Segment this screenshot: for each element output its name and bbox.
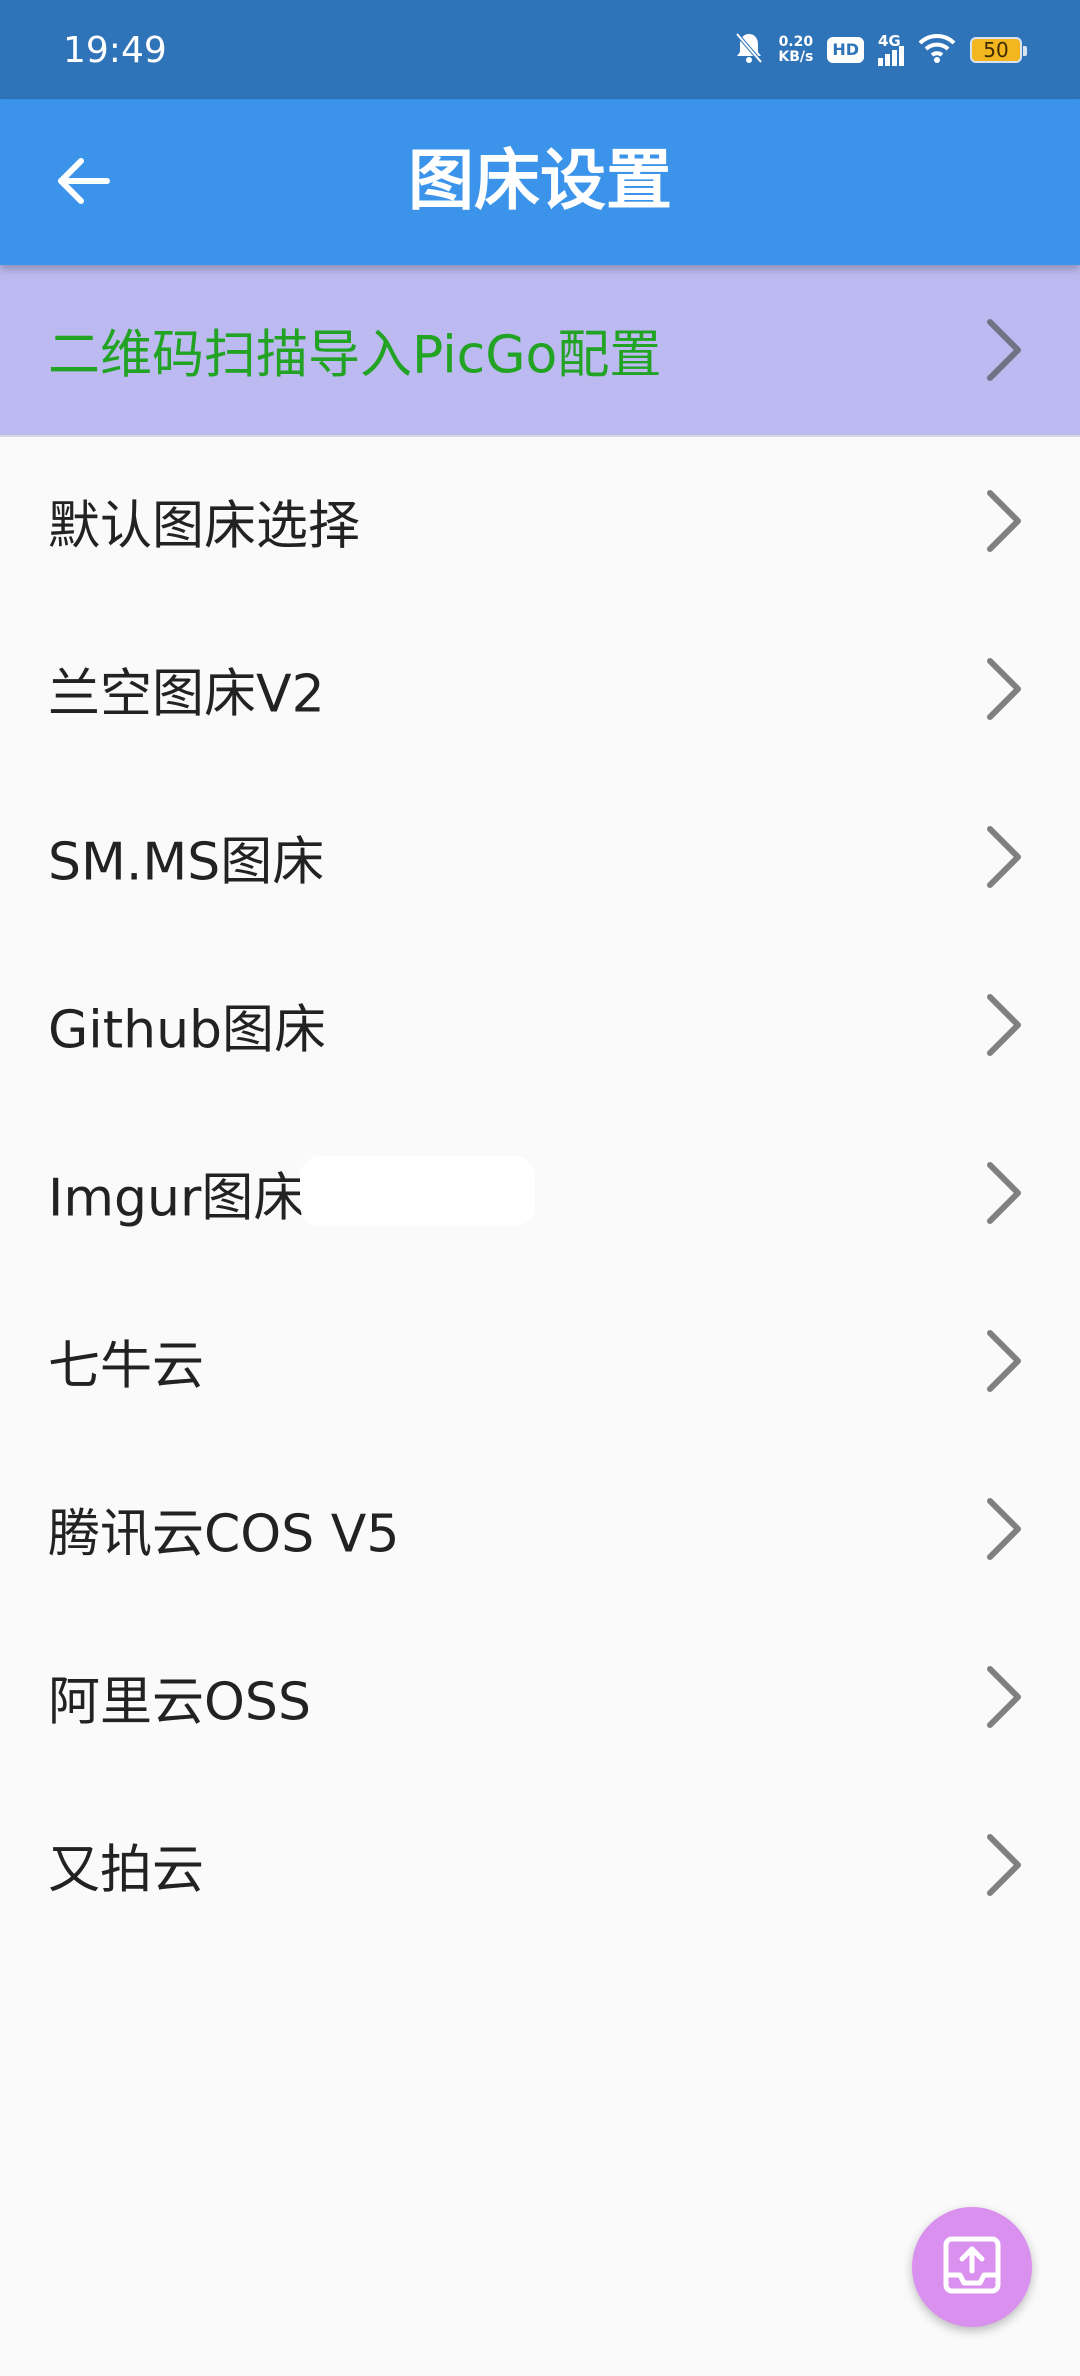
- list-item-qr-import[interactable]: 二维码扫描导入PicGo配置: [0, 265, 1080, 437]
- net-speed-unit: KB/s: [778, 49, 814, 65]
- settings-list: 二维码扫描导入PicGo配置 默认图床选择 兰空图床V2 SM.MS图床 Git…: [0, 265, 1080, 1949]
- list-item-smms[interactable]: SM.MS图床: [0, 773, 1080, 941]
- list-item-label: Github图床: [48, 1000, 327, 1061]
- battery-icon: 50: [970, 37, 1027, 63]
- list-item-label: 二维码扫描导入PicGo配置: [48, 325, 662, 386]
- list-item-lsky-v2[interactable]: 兰空图床V2: [0, 605, 1080, 773]
- chevron-right-icon: [987, 658, 1021, 720]
- wifi-icon: [918, 33, 956, 67]
- chevron-right-icon: [987, 319, 1021, 381]
- redacted-area: [300, 1156, 535, 1226]
- list-item-label: 腾讯云COS V5: [48, 1504, 400, 1565]
- list-item-default-host[interactable]: 默认图床选择: [0, 437, 1080, 605]
- list-item-tencent-cos[interactable]: 腾讯云COS V5: [0, 1445, 1080, 1613]
- chevron-right-icon: [987, 490, 1021, 552]
- chevron-right-icon: [987, 994, 1021, 1056]
- upload-tray-icon: [940, 2233, 1004, 2301]
- list-item-label: 七牛云: [48, 1336, 205, 1397]
- list-item-qiniu[interactable]: 七牛云: [0, 1277, 1080, 1445]
- net-speed-value: 0.20: [778, 34, 814, 50]
- chevron-right-icon: [987, 1162, 1021, 1224]
- list-item-label: 默认图床选择: [48, 496, 361, 557]
- chevron-right-icon: [987, 1330, 1021, 1392]
- list-item-label: 兰空图床V2: [48, 664, 325, 725]
- signal-icon: 4G: [878, 32, 904, 66]
- status-time: 19:49: [63, 30, 167, 71]
- list-item-label: 又拍云: [48, 1840, 205, 1901]
- mute-bell-icon: [734, 31, 764, 69]
- upload-fab-button[interactable]: [912, 2207, 1032, 2327]
- status-bar: 19:49 0.20 KB/s HD 4G 50: [0, 0, 1080, 99]
- list-item-upyun[interactable]: 又拍云: [0, 1781, 1080, 1949]
- chevron-right-icon: [987, 826, 1021, 888]
- list-item-label: SM.MS图床: [48, 832, 325, 893]
- list-item-label: Imgur图床: [48, 1168, 306, 1229]
- status-icons: 0.20 KB/s HD 4G 50: [734, 30, 1027, 70]
- list-item-label: 阿里云OSS: [48, 1672, 311, 1733]
- chevron-right-icon: [987, 1666, 1021, 1728]
- list-item-github[interactable]: Github图床: [0, 941, 1080, 1109]
- hd-icon: HD: [827, 37, 864, 63]
- list-item-aliyun-oss[interactable]: 阿里云OSS: [0, 1613, 1080, 1781]
- signal-label: 4G: [878, 32, 901, 50]
- app-bar: 图床设置: [0, 99, 1080, 265]
- net-speed: 0.20 KB/s: [778, 35, 813, 65]
- chevron-right-icon: [987, 1834, 1021, 1896]
- chevron-right-icon: [987, 1498, 1021, 1560]
- page-title: 图床设置: [408, 142, 672, 219]
- list-item-imgur[interactable]: Imgur图床: [0, 1109, 1080, 1277]
